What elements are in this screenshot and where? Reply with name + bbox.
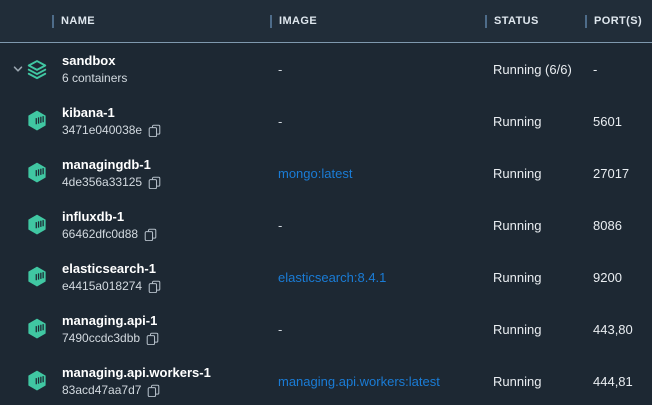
table-row[interactable]: managingdb-1 4de356a33125 mongo:latest R… xyxy=(0,147,652,199)
table-row[interactable]: elasticsearch-1 e4415a018274 elasticsear… xyxy=(0,251,652,303)
name-cell: managing.api-1 7490ccdc3dbb xyxy=(0,312,270,346)
copy-icon[interactable] xyxy=(144,228,157,241)
name-cell: sandbox 6 containers xyxy=(0,52,270,86)
name-cell: managing.api.workers-1 83acd47aa7d7 xyxy=(0,364,270,398)
container-name: managing.api-1 xyxy=(62,312,159,329)
image-link[interactable]: managing.api.workers:latest xyxy=(278,374,440,389)
status-text: Running (6/6) xyxy=(485,62,585,77)
status-text: Running xyxy=(485,218,585,233)
status-text: Running xyxy=(485,374,585,389)
column-divider xyxy=(585,15,587,28)
ports-text: 5601 xyxy=(585,114,652,129)
container-id: 83acd47aa7d7 xyxy=(62,382,141,398)
container-name: managing.api.workers-1 xyxy=(62,364,211,381)
column-divider xyxy=(270,15,272,28)
column-header-image[interactable]: IMAGE xyxy=(270,15,485,28)
name-cell: kibana-1 3471e040038e xyxy=(0,104,270,138)
column-header-label: PORT(S) xyxy=(594,15,642,27)
image-text: - xyxy=(278,218,282,233)
ports-text: 443,80 xyxy=(585,322,652,337)
ports-text: 444,81 xyxy=(585,374,652,389)
group-subtitle: 6 containers xyxy=(62,70,127,86)
container-name: kibana-1 xyxy=(62,104,161,121)
container-cube-icon xyxy=(26,110,48,133)
column-divider xyxy=(52,15,54,28)
copy-icon[interactable] xyxy=(146,332,159,345)
status-text: Running xyxy=(485,270,585,285)
column-header-name[interactable]: NAME xyxy=(0,15,270,28)
copy-icon[interactable] xyxy=(148,280,161,293)
ports-text: 8086 xyxy=(585,218,652,233)
table-header: NAME IMAGE STATUS PORT(S) xyxy=(0,0,652,43)
chevron-down-icon[interactable] xyxy=(12,63,26,75)
column-header-ports[interactable]: PORT(S) xyxy=(585,15,652,28)
ports-text: 27017 xyxy=(585,166,652,181)
container-cube-icon xyxy=(26,214,48,237)
status-text: Running xyxy=(485,322,585,337)
containers-table: NAME IMAGE STATUS PORT(S) xyxy=(0,0,652,405)
container-cube-icon xyxy=(26,370,48,393)
column-header-label: NAME xyxy=(61,15,95,27)
ports-text: - xyxy=(585,62,652,77)
column-header-label: STATUS xyxy=(494,15,539,27)
status-text: Running xyxy=(485,166,585,181)
name-cell: managingdb-1 4de356a33125 xyxy=(0,156,270,190)
status-text: Running xyxy=(485,114,585,129)
table-row[interactable]: managing.api.workers-1 83acd47aa7d7 mana… xyxy=(0,355,652,405)
container-id: 7490ccdc3dbb xyxy=(62,330,140,346)
container-cube-icon xyxy=(26,266,48,289)
layers-icon xyxy=(26,58,48,81)
table-row[interactable]: managing.api-1 7490ccdc3dbb - Running 44… xyxy=(0,303,652,355)
name-cell: elasticsearch-1 e4415a018274 xyxy=(0,260,270,294)
container-id: 66462dfc0d88 xyxy=(62,226,138,242)
container-cube-icon xyxy=(26,318,48,341)
image-link[interactable]: elasticsearch:8.4.1 xyxy=(278,270,386,285)
image-link[interactable]: mongo:latest xyxy=(278,166,352,181)
group-name: sandbox xyxy=(62,52,127,69)
copy-icon[interactable] xyxy=(147,384,160,397)
table-row[interactable]: sandbox 6 containers - Running (6/6) - xyxy=(0,43,652,95)
image-text: - xyxy=(278,62,282,77)
ports-text: 9200 xyxy=(585,270,652,285)
container-id: 3471e040038e xyxy=(62,122,142,138)
container-cube-icon xyxy=(26,162,48,185)
container-name: managingdb-1 xyxy=(62,156,161,173)
copy-icon[interactable] xyxy=(148,124,161,137)
column-header-status[interactable]: STATUS xyxy=(485,15,585,28)
column-divider xyxy=(485,15,487,28)
container-name: elasticsearch-1 xyxy=(62,260,161,277)
container-name: influxdb-1 xyxy=(62,208,157,225)
copy-icon[interactable] xyxy=(148,176,161,189)
table-row[interactable]: kibana-1 3471e040038e - Running 5601 xyxy=(0,95,652,147)
image-text: - xyxy=(278,322,282,337)
container-id: e4415a018274 xyxy=(62,278,142,294)
name-cell: influxdb-1 66462dfc0d88 xyxy=(0,208,270,242)
container-id: 4de356a33125 xyxy=(62,174,142,190)
column-header-label: IMAGE xyxy=(279,15,317,27)
image-text: - xyxy=(278,114,282,129)
table-row[interactable]: influxdb-1 66462dfc0d88 - Running 8086 xyxy=(0,199,652,251)
